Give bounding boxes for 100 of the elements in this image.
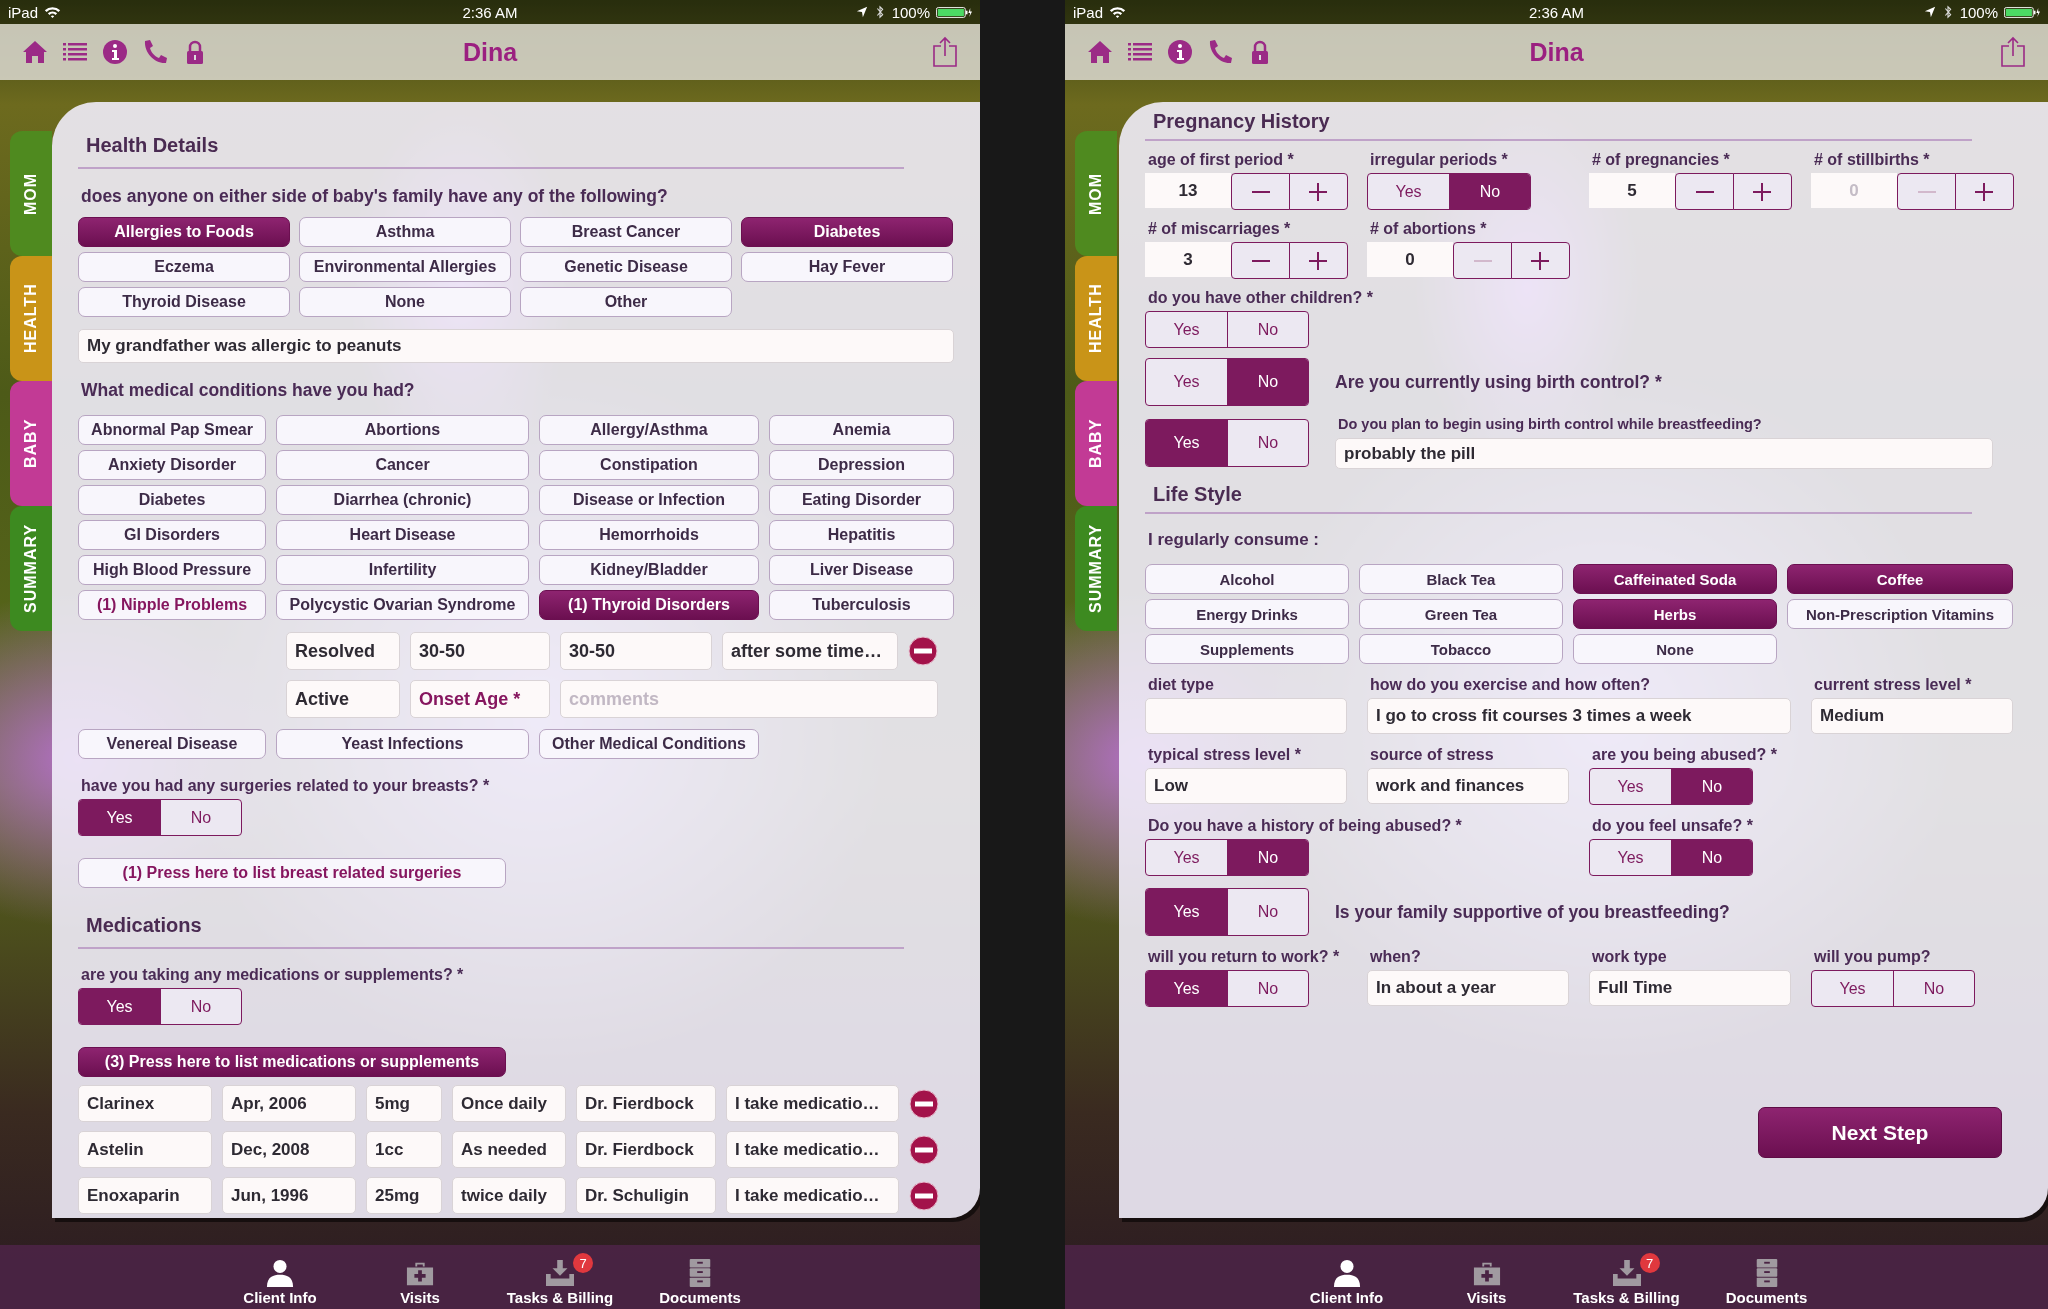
number-field[interactable]: 5 xyxy=(1589,173,1675,208)
home-icon[interactable] xyxy=(22,39,48,65)
answer-option[interactable]: Yes xyxy=(79,989,160,1024)
text-field[interactable]: work and finances xyxy=(1367,768,1569,804)
option-chip[interactable]: Diabetes xyxy=(741,217,953,247)
option-chip[interactable]: GI Disorders xyxy=(78,520,266,550)
option-chip[interactable]: Non-Prescription Vitamins xyxy=(1787,599,2013,629)
answer-option[interactable]: Yes xyxy=(1146,889,1227,935)
comments-field[interactable]: comments xyxy=(560,680,938,718)
option-chip[interactable]: Other xyxy=(520,287,732,317)
tab-bar-item[interactable]: Visits xyxy=(350,1245,490,1309)
answer-option[interactable]: Yes xyxy=(1146,312,1227,347)
option-chip[interactable]: None xyxy=(1573,634,1777,664)
medication-field[interactable]: twice daily xyxy=(452,1177,566,1214)
answer-option[interactable]: Yes xyxy=(79,800,160,835)
answer-option[interactable]: No xyxy=(1227,312,1308,347)
increment-button[interactable] xyxy=(1510,242,1570,279)
option-chip[interactable]: Breast Cancer xyxy=(520,217,732,247)
text-field[interactable]: 30-50 xyxy=(560,632,712,670)
medication-field[interactable]: 5mg xyxy=(366,1085,442,1122)
option-chip[interactable]: Environmental Allergies xyxy=(299,252,511,282)
option-chip[interactable]: Hemorrhoids xyxy=(539,520,759,550)
answer-option[interactable]: Yes xyxy=(1146,419,1227,466)
number-field[interactable]: 0 xyxy=(1367,242,1453,277)
medication-field[interactable]: Clarinex xyxy=(78,1085,212,1122)
text-field[interactable]: I go to cross fit courses 3 times a week xyxy=(1367,698,1791,734)
medication-field[interactable]: As needed xyxy=(452,1131,566,1168)
option-chip[interactable]: Genetic Disease xyxy=(520,252,732,282)
option-chip[interactable]: Caffeinated Soda xyxy=(1573,564,1777,594)
answer-option[interactable]: Yes xyxy=(1590,769,1671,804)
medication-field[interactable]: Dr. Schuligin xyxy=(576,1177,716,1214)
option-chip[interactable]: Energy Drinks xyxy=(1145,599,1349,629)
medication-field[interactable]: Dr. Fierdbock xyxy=(576,1131,716,1168)
option-chip[interactable]: Supplements xyxy=(1145,634,1349,664)
option-chip[interactable]: Kidney/Bladder xyxy=(539,555,759,585)
text-field[interactable]: probably the pill xyxy=(1335,438,1993,469)
answer-option[interactable]: No xyxy=(160,989,241,1024)
answer-option[interactable]: No xyxy=(1671,769,1752,804)
answer-option[interactable]: No xyxy=(1227,419,1308,466)
text-field[interactable]: Medium xyxy=(1811,698,2013,734)
answer-option[interactable]: No xyxy=(1227,359,1308,405)
picker-field[interactable]: Onset Age * xyxy=(410,680,550,718)
medication-field[interactable]: Dr. Fierdbock xyxy=(576,1085,716,1122)
section-tab[interactable]: SUMMARY xyxy=(1075,506,1117,631)
option-chip[interactable]: Yeast Infections xyxy=(276,729,529,759)
decrement-button[interactable] xyxy=(1675,173,1734,210)
medication-field[interactable]: Jun, 1996 xyxy=(222,1177,356,1214)
text-field[interactable]: Resolved xyxy=(286,632,400,670)
answer-option[interactable]: No xyxy=(1449,174,1530,209)
number-field[interactable]: 3 xyxy=(1145,242,1231,277)
medication-field[interactable]: I take medicatio… xyxy=(726,1177,899,1214)
answer-option[interactable]: No xyxy=(160,800,241,835)
option-chip[interactable]: Tobacco xyxy=(1359,634,1563,664)
next-step-button[interactable]: Next Step xyxy=(1758,1107,2002,1158)
option-chip[interactable]: Eating Disorder xyxy=(769,485,954,515)
medication-field[interactable]: Apr, 2006 xyxy=(222,1085,356,1122)
answer-option[interactable]: No xyxy=(1227,971,1308,1006)
option-chip[interactable]: High Blood Pressure xyxy=(78,555,266,585)
medication-field[interactable]: 1cc xyxy=(366,1131,442,1168)
option-chip[interactable]: Abnormal Pap Smear xyxy=(78,415,266,445)
option-chip[interactable]: None xyxy=(299,287,511,317)
section-tab[interactable]: BABY xyxy=(1075,381,1117,506)
decrement-button[interactable] xyxy=(1231,242,1290,279)
answer-option[interactable]: Yes xyxy=(1590,840,1671,875)
remove-icon[interactable] xyxy=(909,1180,939,1211)
text-field[interactable]: My grandfather was allergic to peanuts xyxy=(78,329,954,363)
info-icon[interactable] xyxy=(102,39,128,65)
option-chip[interactable]: Depression xyxy=(769,450,954,480)
phone-icon[interactable] xyxy=(142,39,168,65)
option-chip[interactable]: Allergy/Asthma xyxy=(539,415,759,445)
option-chip[interactable]: Cancer xyxy=(276,450,529,480)
text-field[interactable] xyxy=(1145,698,1347,734)
medication-field[interactable]: Astelin xyxy=(78,1131,212,1168)
share-icon[interactable] xyxy=(2000,36,2026,68)
increment-button[interactable] xyxy=(1954,173,2014,210)
medication-field[interactable]: Once daily xyxy=(452,1085,566,1122)
number-field[interactable]: 13 xyxy=(1145,173,1231,208)
remove-icon[interactable] xyxy=(909,1088,939,1119)
option-chip[interactable]: Anemia xyxy=(769,415,954,445)
option-chip[interactable]: Diabetes xyxy=(78,485,266,515)
option-chip[interactable]: Heart Disease xyxy=(276,520,529,550)
section-tab[interactable]: BABY xyxy=(10,381,52,506)
option-chip[interactable]: Herbs xyxy=(1573,599,1777,629)
option-chip[interactable]: Infertility xyxy=(276,555,529,585)
option-chip[interactable]: Coffee xyxy=(1787,564,2013,594)
info-icon[interactable] xyxy=(1167,39,1193,65)
section-tab[interactable]: MOM xyxy=(1075,131,1117,256)
option-chip[interactable]: Green Tea xyxy=(1359,599,1563,629)
home-icon[interactable] xyxy=(1087,39,1113,65)
medication-field[interactable]: Dec, 2008 xyxy=(222,1131,356,1168)
answer-option[interactable]: Yes xyxy=(1146,971,1227,1006)
remove-icon[interactable] xyxy=(908,636,938,666)
section-tab[interactable]: MOM xyxy=(10,131,52,256)
text-field[interactable]: after some time… xyxy=(722,632,898,670)
decrement-button[interactable] xyxy=(1231,173,1290,210)
option-chip[interactable]: Constipation xyxy=(539,450,759,480)
medication-field[interactable]: I take medicatio… xyxy=(726,1085,899,1122)
remove-icon[interactable] xyxy=(909,1134,939,1165)
text-field[interactable]: Active xyxy=(286,680,400,718)
tab-bar-item[interactable]: 7 Tasks & Billing xyxy=(490,1245,630,1309)
